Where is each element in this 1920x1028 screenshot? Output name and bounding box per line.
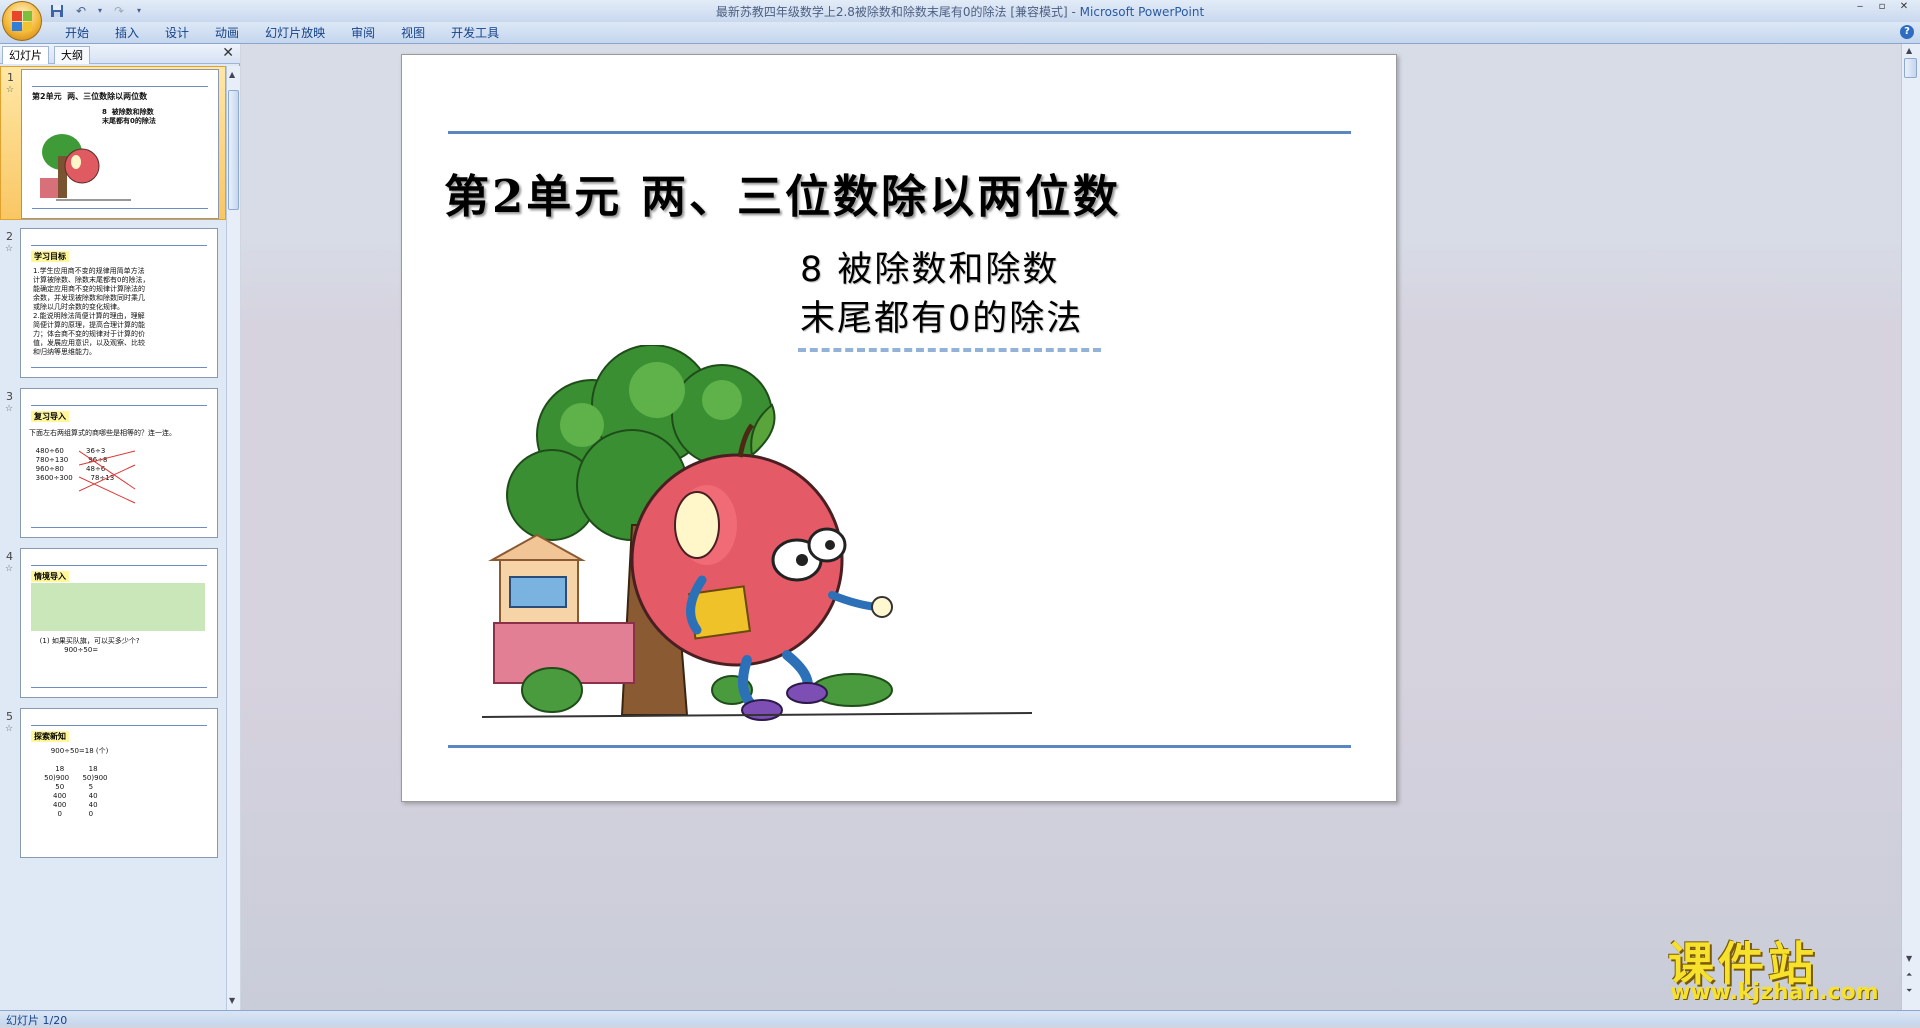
animation-star-icon: ☆: [5, 564, 14, 574]
tab-slide-show[interactable]: 幻灯片放映: [252, 25, 338, 43]
thumb-title: 学习目标: [31, 251, 69, 262]
thumb-title: 情境导入: [31, 571, 69, 582]
site-watermark: 课件站 www.kjzhan.com: [1668, 928, 1898, 1005]
thumb-title: 第2单元 两、三位数除以两位数: [32, 92, 148, 101]
previous-slide-icon[interactable]: ⏶: [1906, 970, 1912, 980]
thumb-text: (1) 如果买队旗，可以买多少个? 900÷50=: [39, 637, 140, 654]
tab-developer[interactable]: 开发工具: [438, 25, 512, 43]
tab-animations[interactable]: 动画: [202, 25, 252, 43]
slide-number: 5: [6, 710, 13, 723]
slide-number: 4: [6, 550, 13, 563]
next-slide-icon[interactable]: ⏷: [1906, 986, 1912, 996]
bottom-rule: [448, 745, 1351, 748]
window-controls: ‒ ▫ ✕: [1850, 1, 1914, 15]
scrollbar-thumb[interactable]: [228, 90, 239, 210]
slides-pane: 幻灯片 大纲 ✕ 1 ☆ 第2单元 两、三位数除以两位数 8 被除数和除数 末尾…: [0, 44, 240, 1010]
slide-preview: 学习目标 1.学生应用商不变的规律用简单方法 计算被除数、除数末尾都有0的除法，…: [20, 228, 218, 378]
apple-illustration-thumb: [40, 134, 131, 201]
top-rule: [448, 131, 1351, 134]
tab-home[interactable]: 开始: [52, 25, 102, 43]
tab-design[interactable]: 设计: [152, 25, 202, 43]
slide-preview: 复习导入 下面左右两组算式的商哪些是相等的？连一连。 480÷60 36÷3 7…: [20, 388, 218, 538]
slide-scrollbar[interactable]: ▲ ▼ ⏶ ⏷: [1901, 44, 1920, 1010]
close-pane-icon[interactable]: ✕: [222, 45, 234, 61]
window-title: 最新苏教四年级数学上2.8被除数和除数末尾有0的除法 [兼容模式] - Micr…: [0, 3, 1920, 20]
scroll-up-icon[interactable]: ▲: [1906, 46, 1912, 55]
thumb-text: 900÷50=18 (个) 18 18 50)900 50)900 50 5 4…: [44, 747, 109, 818]
thumbnail-scrollbar[interactable]: ▲ ▼: [226, 66, 240, 1010]
slide-number: 1: [7, 71, 14, 84]
slide-editing-area: 第2单元 两、三位数除以两位数 8 被除数和除数 末尾都有0的除法: [241, 44, 1901, 1010]
minimize-icon[interactable]: ‒: [1850, 1, 1870, 15]
slide-preview: 第2单元 两、三位数除以两位数 8 被除数和除数 末尾都有0的除法: [21, 69, 219, 219]
slide-counter: 幻灯片 1/20: [6, 1014, 68, 1027]
slide-number: 2: [6, 230, 13, 243]
slide-thumbnail-list: 1 ☆ 第2单元 两、三位数除以两位数 8 被除数和除数 末尾都有0的除法 2: [0, 66, 226, 1010]
pane-tabs: 幻灯片 大纲 ✕: [0, 44, 240, 64]
tab-insert[interactable]: 插入: [102, 25, 152, 43]
slide-title[interactable]: 第2单元 两、三位数除以两位数: [444, 160, 1121, 225]
thumb-text: 1.学生应用商不变的规律用简单方法 计算被除数、除数末尾都有0的除法， 能确定应…: [33, 267, 150, 356]
slide-thumbnail-2[interactable]: 2 ☆ 学习目标 1.学生应用商不变的规律用简单方法 计算被除数、除数末尾都有0…: [0, 226, 226, 380]
slide-subtitle-line-1[interactable]: 8 被除数和除数: [800, 241, 1059, 292]
close-icon[interactable]: ✕: [1894, 1, 1914, 15]
animation-star-icon: ☆: [5, 724, 14, 734]
thumb-text: 8 被除数和除数 末尾都有0的除法: [102, 108, 156, 125]
slide-thumbnail-1[interactable]: 1 ☆ 第2单元 两、三位数除以两位数 8 被除数和除数 末尾都有0的除法: [0, 66, 226, 220]
title-bar: ↶ ▾ ↷ ▾ 最新苏教四年级数学上2.8被除数和除数末尾有0的除法 [兼容模式…: [0, 0, 1920, 41]
animation-star-icon: ☆: [5, 404, 14, 414]
tab-review[interactable]: 审阅: [338, 25, 388, 43]
slide-preview: 探索新知 900÷50=18 (个) 18 18 50)900 50)900 5…: [20, 708, 218, 858]
tab-view[interactable]: 视图: [388, 25, 438, 43]
status-bar: 幻灯片 1/20: [0, 1010, 1920, 1027]
scroll-down-icon[interactable]: ▼: [229, 996, 235, 1005]
ribbon-tab-bar: 开始 插入 设计 动画 幻灯片放映 审阅 视图 开发工具 ?: [0, 22, 1920, 44]
scrollbar-thumb[interactable]: [1904, 58, 1917, 78]
slide-thumbnail-3[interactable]: 3 ☆ 复习导入 下面左右两组算式的商哪些是相等的？连一连。 480÷60 36…: [0, 386, 226, 540]
watermark-url: www.kjzhan.com: [1670, 980, 1879, 1005]
animation-star-icon: ☆: [5, 244, 14, 254]
slide-subtitle-line-2[interactable]: 末尾都有0的除法: [800, 290, 1083, 341]
scroll-up-icon[interactable]: ▲: [229, 70, 235, 79]
office-button[interactable]: [2, 1, 42, 41]
tab-slides[interactable]: 幻灯片: [2, 46, 49, 64]
maximize-icon[interactable]: ▫: [1872, 1, 1892, 15]
help-icon[interactable]: ?: [1900, 25, 1914, 39]
thumb-title: 探索新知: [31, 731, 69, 742]
tab-outline[interactable]: 大纲: [54, 46, 90, 64]
matching-lines: [79, 450, 136, 504]
current-slide[interactable]: 第2单元 两、三位数除以两位数 8 被除数和除数 末尾都有0的除法: [401, 54, 1397, 802]
slide-number: 3: [6, 390, 13, 403]
animation-star-icon: ☆: [6, 85, 15, 95]
slide-preview: 情境导入 (1) 如果买队旗，可以买多少个? 900÷50=: [20, 548, 218, 698]
slide-thumbnail-5[interactable]: 5 ☆ 探索新知 900÷50=18 (个) 18 18 50)900 50)9…: [0, 706, 226, 860]
document-title: 最新苏教四年级数学上2.8被除数和除数末尾有0的除法 [兼容模式] -: [715, 5, 1080, 19]
thumb-title: 复习导入: [31, 411, 69, 422]
slide-thumbnail-4[interactable]: 4 ☆ 情境导入 (1) 如果买队旗，可以买多少个? 900÷50=: [0, 546, 226, 700]
office-logo-icon: [12, 11, 32, 31]
apple-character-illustration[interactable]: [482, 345, 1042, 725]
scroll-down-icon[interactable]: ▼: [1906, 954, 1912, 963]
app-title: Microsoft PowerPoint: [1079, 5, 1205, 19]
